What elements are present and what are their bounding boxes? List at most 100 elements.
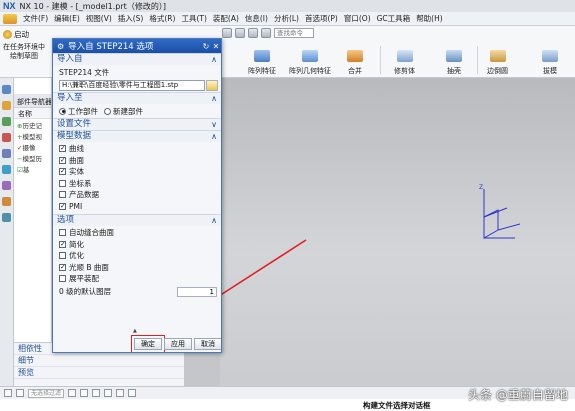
quick-access-toolbar: 查找命令 bbox=[222, 28, 314, 38]
menu-bar: 文件(F) 编辑(E) 视图(V) 插入(S) 格式(R) 工具(T) 装配(A… bbox=[0, 12, 575, 26]
step214-file-label: STEP214 文件 bbox=[59, 68, 110, 77]
menu-view[interactable]: 视图(V) bbox=[83, 13, 115, 24]
section-model-data[interactable]: 模型数据 ∧ bbox=[53, 130, 221, 142]
assembly-navigator-icon[interactable] bbox=[2, 101, 11, 110]
part-navigator-icon[interactable] bbox=[2, 85, 11, 94]
constraint-navigator-icon[interactable] bbox=[2, 117, 11, 126]
model-checkbox[interactable]: ✓ bbox=[59, 156, 66, 164]
model-checkbox-row[interactable]: 坐标系 bbox=[53, 178, 221, 190]
selection-filter[interactable]: 无选择过滤 bbox=[28, 388, 64, 398]
menu-gc-toolbox[interactable]: GC工具箱 bbox=[374, 13, 414, 24]
navigator-row[interactable]: ⊕历史记 bbox=[14, 119, 51, 130]
edge-blend-icon bbox=[489, 50, 506, 62]
details-panel[interactable]: 细节 bbox=[14, 355, 184, 367]
sketch-in-task-button[interactable]: 在任务环境中绘制草图 bbox=[2, 43, 46, 61]
snap-end-icon[interactable] bbox=[80, 389, 88, 397]
snap-center-icon[interactable] bbox=[104, 389, 112, 397]
system-scene-icon[interactable] bbox=[2, 213, 11, 222]
section-import-to[interactable]: 导入至 ∧ bbox=[53, 92, 221, 104]
reset-icon[interactable]: ↻ bbox=[201, 42, 211, 51]
history-icon[interactable] bbox=[2, 149, 11, 158]
redo-icon[interactable] bbox=[248, 28, 258, 38]
model-checkbox-row[interactable]: ✓ 曲线 bbox=[53, 143, 221, 155]
unite-button[interactable]: 合并 bbox=[347, 50, 363, 76]
section-options[interactable]: 选项 ∧ bbox=[53, 214, 221, 226]
option-checkbox-row[interactable]: 自动缝合曲面 bbox=[53, 227, 221, 239]
command-search-input[interactable]: 查找命令 bbox=[274, 28, 314, 38]
snap-quadrant-icon[interactable] bbox=[116, 389, 124, 397]
model-checkbox[interactable] bbox=[59, 191, 66, 199]
model-checkbox-row[interactable]: ✓ 实体 bbox=[53, 166, 221, 178]
menu-file[interactable]: 文件(F) bbox=[20, 13, 51, 24]
menu-analysis[interactable]: 分析(L) bbox=[271, 13, 302, 24]
cancel-button[interactable]: 取消 bbox=[194, 338, 221, 350]
preview-panel[interactable]: 预览 bbox=[14, 367, 184, 379]
shell-button[interactable]: 抽壳 bbox=[446, 50, 462, 76]
model-checkbox[interactable]: ✓ bbox=[59, 168, 66, 176]
model-checkbox-row[interactable]: ✓ PMI bbox=[53, 201, 221, 213]
default-layer-input[interactable] bbox=[177, 286, 217, 297]
option-checkbox[interactable] bbox=[59, 229, 66, 237]
snap-mid-icon[interactable] bbox=[92, 389, 100, 397]
navigator-column-name[interactable]: 名称 bbox=[14, 108, 51, 119]
graphics-window[interactable] bbox=[220, 78, 575, 394]
pattern-feature-button[interactable]: 阵列特征 bbox=[248, 50, 276, 76]
reuse-library-icon[interactable] bbox=[2, 133, 11, 142]
undo-icon[interactable] bbox=[235, 28, 245, 38]
model-checkbox[interactable]: ✓ bbox=[59, 145, 66, 153]
window-icon[interactable] bbox=[261, 28, 271, 38]
menu-tools[interactable]: 工具(T) bbox=[178, 13, 209, 24]
menu-window[interactable]: 窗口(O) bbox=[341, 13, 374, 24]
navigator-row[interactable]: +模型视 bbox=[14, 130, 51, 141]
option-checkbox-row[interactable]: 展平装配 bbox=[53, 273, 221, 285]
menu-app-icon[interactable] bbox=[3, 13, 17, 24]
web-browser-icon[interactable] bbox=[2, 165, 11, 174]
option-checkbox[interactable]: ✓ bbox=[59, 263, 66, 271]
option-checkbox[interactable] bbox=[59, 275, 66, 283]
section-import-from[interactable]: 导入自 ∧ bbox=[53, 53, 221, 65]
file-path-input[interactable] bbox=[59, 79, 205, 91]
model-checkbox-row[interactable]: ✓ 曲面 bbox=[53, 155, 221, 167]
select-menu-icon[interactable] bbox=[4, 389, 12, 397]
draft-button[interactable]: 拔模 bbox=[542, 50, 558, 76]
option-checkbox-row[interactable]: ✓ 光顺 B 曲面 bbox=[53, 262, 221, 274]
navigator-row[interactable]: ☑基 bbox=[14, 163, 51, 174]
model-checkbox-row[interactable]: 产品数据 bbox=[53, 189, 221, 201]
snap-point-icon[interactable] bbox=[68, 389, 76, 397]
menu-insert[interactable]: 插入(S) bbox=[115, 13, 147, 24]
start-label: 启动 bbox=[14, 30, 29, 39]
snap-intersect-icon[interactable] bbox=[128, 389, 136, 397]
trim-body-button[interactable]: 修剪体 bbox=[394, 50, 415, 76]
edge-blend-label: 边倒圆 bbox=[487, 67, 508, 75]
menu-assembly[interactable]: 装配(A) bbox=[210, 13, 242, 24]
ok-button[interactable]: 确定 bbox=[134, 338, 162, 350]
model-checkbox[interactable]: ✓ bbox=[59, 202, 66, 210]
folder-icon[interactable] bbox=[206, 79, 218, 91]
navigator-row[interactable]: −模型历 bbox=[14, 152, 51, 163]
model-checkbox[interactable] bbox=[59, 179, 66, 187]
dialog-header[interactable]: ⚙ 导入自 STEP214 选项 ↻ ✕ bbox=[53, 39, 221, 53]
navigator-row[interactable]: ✓摄像 bbox=[14, 141, 51, 152]
menu-preferences[interactable]: 首选项(P) bbox=[302, 13, 341, 24]
option-checkbox[interactable]: ✓ bbox=[59, 240, 66, 248]
section-settings-file[interactable]: 设置文件 ∨ bbox=[53, 118, 221, 130]
menu-help[interactable]: 帮助(H) bbox=[413, 13, 446, 24]
pattern-geometry-button[interactable]: 阵列几何特征 bbox=[289, 50, 331, 76]
type-filter-icon[interactable] bbox=[16, 389, 24, 397]
option-checkbox-row[interactable]: ✓ 简化 bbox=[53, 239, 221, 251]
start-button[interactable]: 启动 bbox=[3, 29, 29, 40]
apply-button[interactable]: 应用 bbox=[164, 338, 192, 350]
close-icon[interactable]: ✕ bbox=[211, 42, 221, 51]
roles-icon[interactable] bbox=[2, 197, 11, 206]
work-part-radio[interactable] bbox=[59, 107, 66, 115]
new-part-radio[interactable] bbox=[104, 107, 111, 115]
option-checkbox[interactable] bbox=[59, 252, 66, 260]
palette-icon[interactable] bbox=[2, 181, 11, 190]
option-checkbox-row[interactable]: 优化 bbox=[53, 250, 221, 262]
dialog-grip-icon[interactable]: ▲ bbox=[133, 328, 137, 334]
menu-edit[interactable]: 编辑(E) bbox=[51, 13, 83, 24]
menu-info[interactable]: 信息(I) bbox=[242, 13, 271, 24]
edge-blend-button[interactable]: 边倒圆 bbox=[487, 50, 508, 76]
menu-format[interactable]: 格式(R) bbox=[146, 13, 178, 24]
select-icon[interactable] bbox=[222, 28, 232, 38]
